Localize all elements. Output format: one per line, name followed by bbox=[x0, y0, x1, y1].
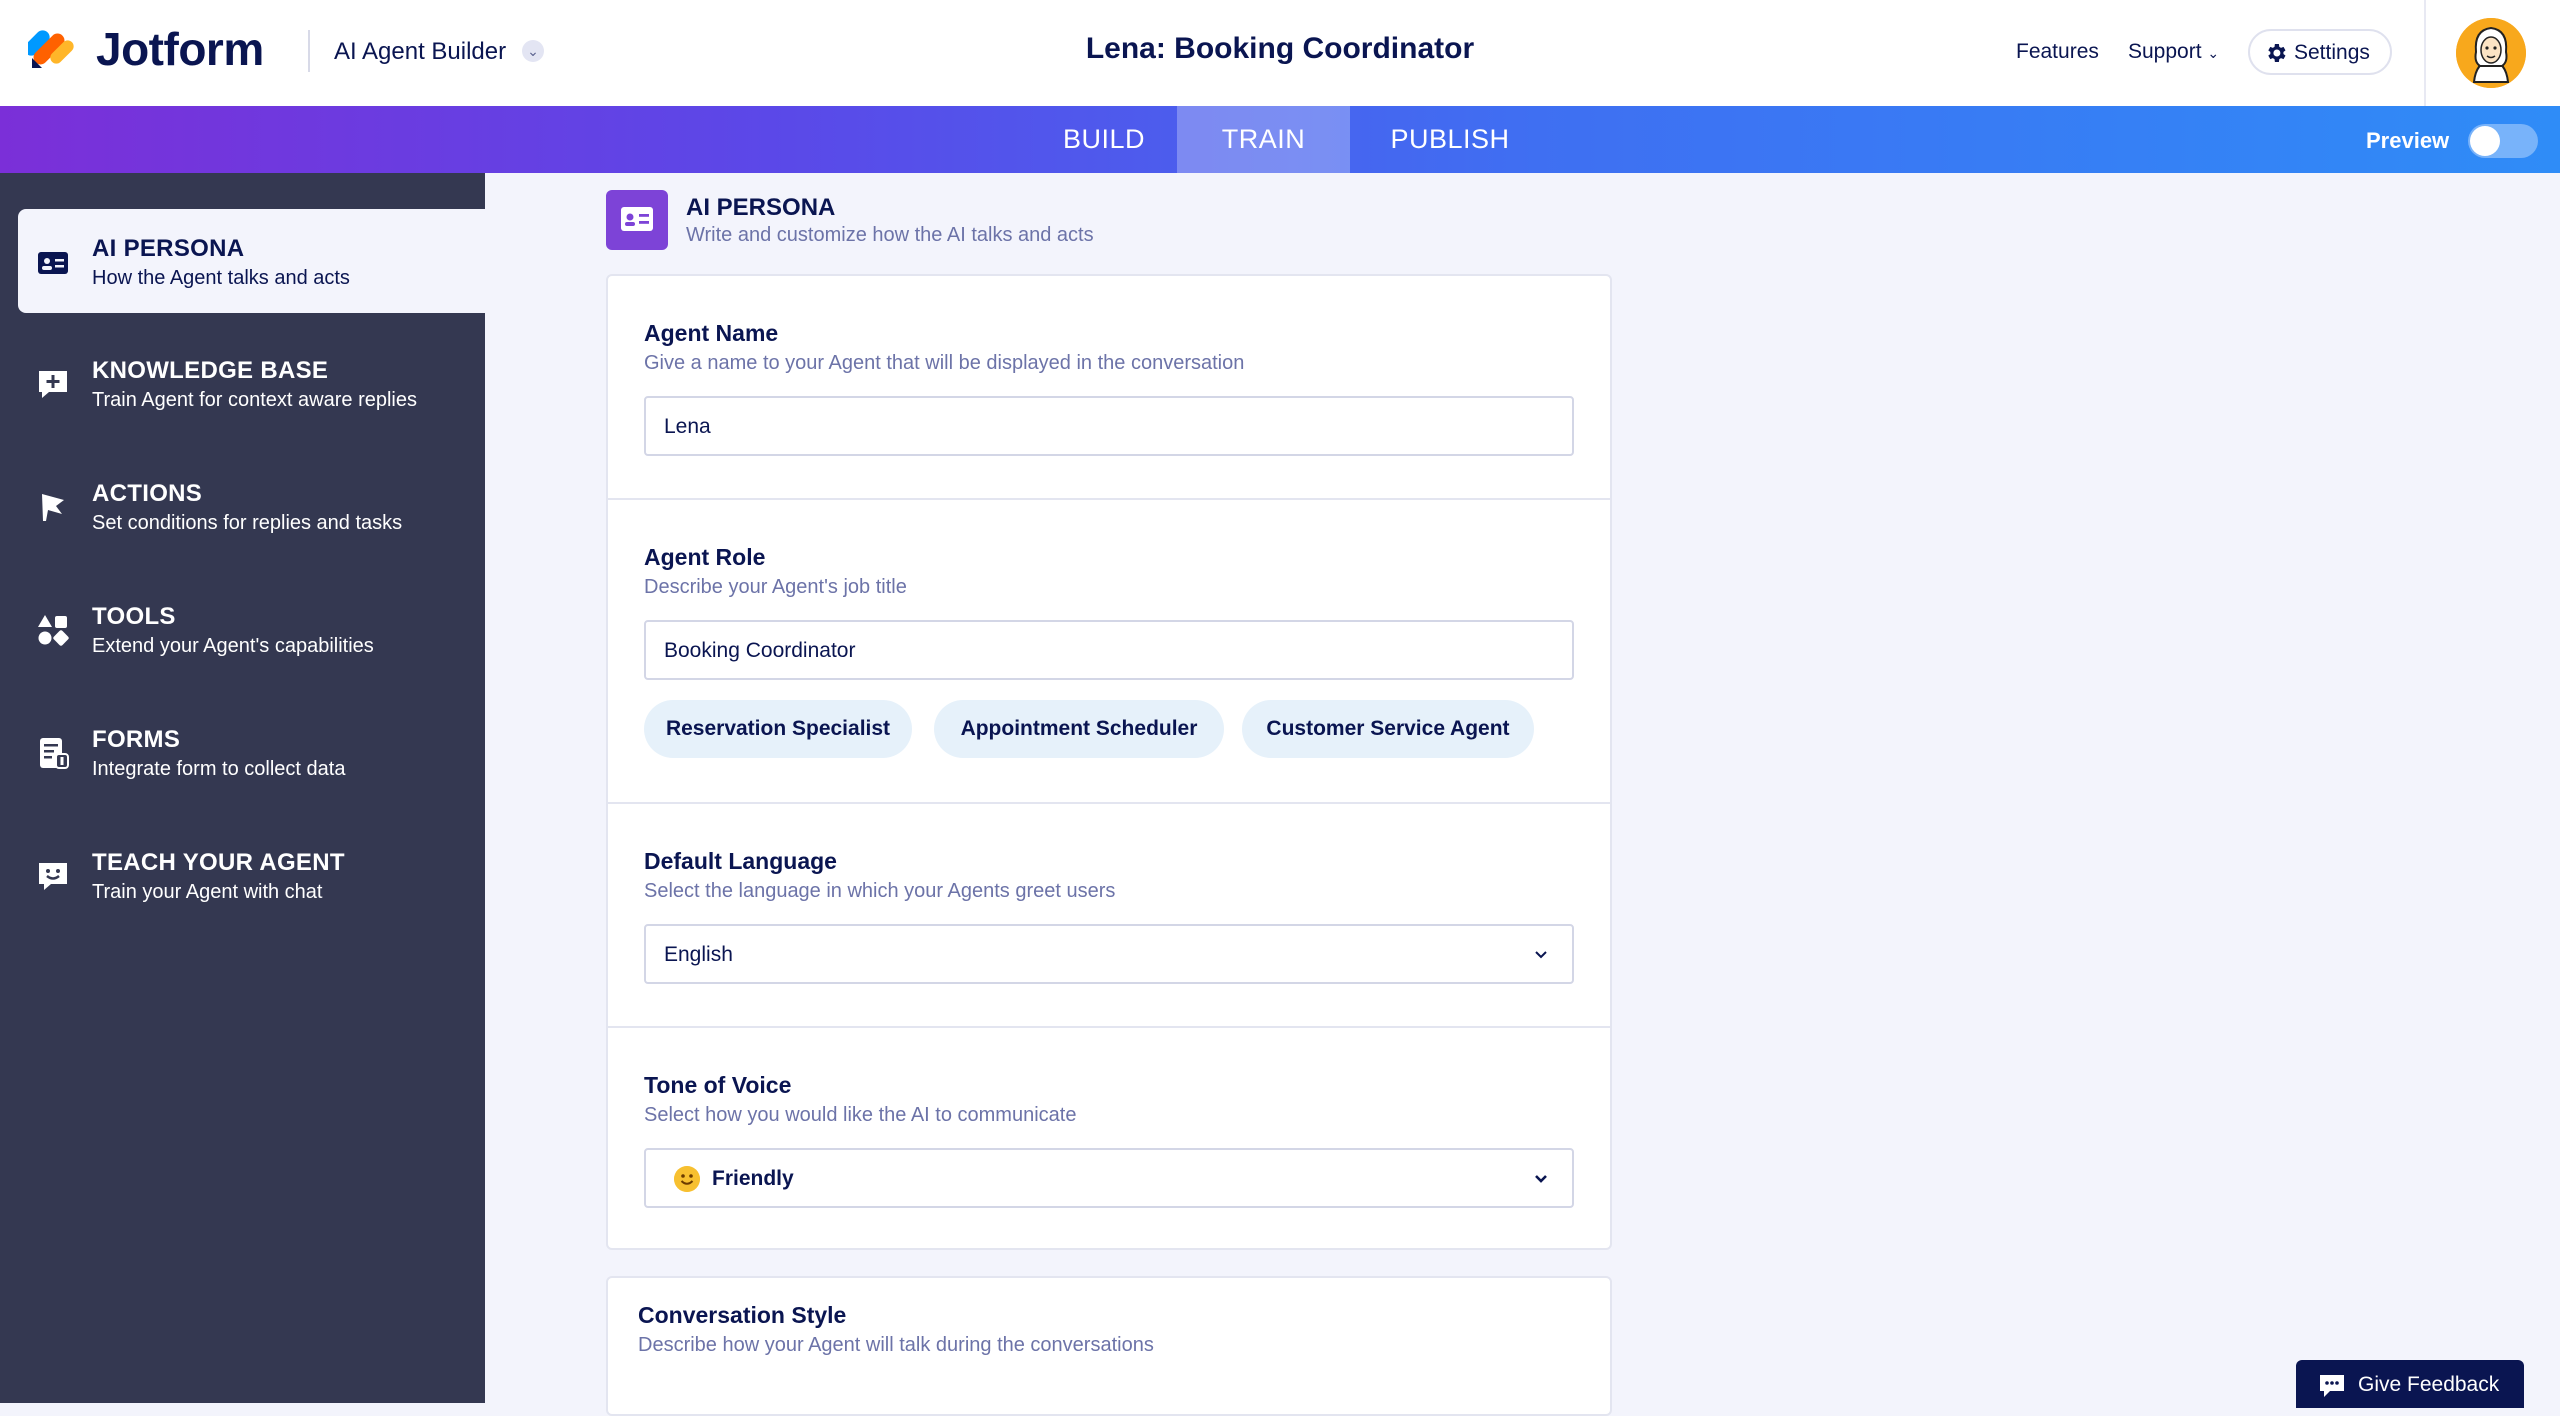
role-suggestion-chip[interactable]: Appointment Scheduler bbox=[934, 700, 1224, 758]
default-language-select[interactable]: English bbox=[644, 924, 1574, 984]
toggle-knob bbox=[2470, 126, 2500, 156]
conversation-style-label: Conversation Style bbox=[638, 1302, 847, 1328]
sidebar-item-title: TOOLS bbox=[92, 603, 176, 630]
sidebar-item-subtitle: Train Agent for context aware replies bbox=[92, 389, 417, 411]
tone-of-voice-select[interactable]: Friendly bbox=[644, 1148, 1574, 1208]
chevron-down-icon: ⌄ bbox=[2207, 45, 2220, 61]
conversation-style-hint: Describe how your Agent will talk during… bbox=[638, 1334, 1154, 1356]
default-language-value: English bbox=[664, 943, 733, 966]
sidebar-item-tools[interactable]: TOOLS Extend your Agent's capabilities bbox=[18, 577, 485, 681]
sidebar-item-subtitle: Train your Agent with chat bbox=[92, 881, 323, 903]
shapes-icon bbox=[38, 615, 69, 646]
default-language-label: Default Language bbox=[644, 848, 837, 874]
role-suggestion-chip[interactable]: Customer Service Agent bbox=[1242, 700, 1534, 758]
persona-section-badge bbox=[606, 190, 668, 250]
sidebar-item-subtitle: Set conditions for replies and tasks bbox=[92, 512, 403, 534]
persona-settings-card: Agent Name Give a name to your Agent tha… bbox=[606, 274, 1612, 1250]
feedback-chat-icon bbox=[2320, 1375, 2344, 1397]
conversation-style-card: Conversation Style Describe how your Age… bbox=[606, 1276, 1612, 1416]
sidebar-item-subtitle: Integrate form to collect data bbox=[92, 758, 346, 780]
chat-smile-icon bbox=[39, 863, 67, 890]
sidebar-item-knowledge-base[interactable]: KNOWLEDGE BASE Train Agent for context a… bbox=[18, 331, 485, 435]
id-card-icon bbox=[621, 207, 653, 231]
gear-icon bbox=[2268, 44, 2286, 62]
sidebar-item-forms[interactable]: FORMS Integrate form to collect data bbox=[18, 700, 485, 804]
sidebar-item-title: ACTIONS bbox=[92, 480, 203, 507]
tab-build[interactable]: BUILD bbox=[1028, 106, 1180, 173]
section-title: AI PERSONA bbox=[686, 194, 836, 221]
section-divider bbox=[608, 498, 1610, 500]
nav-support-link[interactable]: Support ⌄ bbox=[2128, 40, 2219, 64]
sidebar-item-subtitle: Extend your Agent's capabilities bbox=[92, 635, 374, 657]
chevron-down-icon bbox=[1535, 951, 1547, 959]
avatar[interactable] bbox=[2456, 18, 2526, 88]
settings-button[interactable]: Settings bbox=[2248, 29, 2392, 75]
role-suggestion-chip[interactable]: Reservation Specialist bbox=[644, 700, 912, 758]
agent-role-hint: Describe your Agent's job title bbox=[644, 576, 907, 598]
section-divider bbox=[608, 802, 1610, 804]
sidebar: AI PERSONA How the Agent talks and acts … bbox=[0, 173, 485, 1403]
settings-label: Settings bbox=[2294, 41, 2370, 64]
id-card-icon bbox=[38, 252, 68, 274]
nav-support-label: Support bbox=[2128, 40, 2202, 63]
agent-name-hint: Give a name to your Agent that will be d… bbox=[644, 352, 1245, 374]
default-language-hint: Select the language in which your Agents… bbox=[644, 880, 1116, 902]
tab-publish[interactable]: PUBLISH bbox=[1350, 106, 1550, 173]
nav-features-link[interactable]: Features bbox=[2016, 40, 2099, 64]
agent-role-label: Agent Role bbox=[644, 544, 766, 570]
agent-name-value: Lena bbox=[664, 415, 711, 438]
agent-name-label: Agent Name bbox=[644, 320, 779, 346]
form-icon bbox=[40, 738, 69, 769]
sidebar-item-title: TEACH YOUR AGENT bbox=[92, 849, 345, 876]
builder-tab-bar: BUILD TRAIN PUBLISH Preview bbox=[0, 106, 2560, 173]
sidebar-item-title: KNOWLEDGE BASE bbox=[92, 357, 329, 384]
sidebar-item-actions[interactable]: ACTIONS Set conditions for replies and t… bbox=[18, 454, 485, 558]
tone-of-voice-label: Tone of Voice bbox=[644, 1072, 792, 1098]
give-feedback-button[interactable]: Give Feedback bbox=[2296, 1360, 2524, 1408]
agent-name-input[interactable]: Lena bbox=[644, 396, 1574, 456]
agent-role-value: Booking Coordinator bbox=[664, 639, 856, 662]
tab-train[interactable]: TRAIN bbox=[1177, 106, 1350, 173]
sidebar-item-teach-your-agent[interactable]: TEACH YOUR AGENT Train your Agent with c… bbox=[18, 823, 485, 927]
tone-of-voice-hint: Select how you would like the AI to comm… bbox=[644, 1104, 1077, 1126]
agent-role-input[interactable]: Booking Coordinator bbox=[644, 620, 1574, 680]
chevron-down-icon bbox=[1535, 1175, 1547, 1183]
smile-emoji-icon bbox=[674, 1166, 700, 1192]
top-header: Jotform AI Agent Builder ⌄ Lena: Booking… bbox=[0, 0, 2560, 106]
knowledge-plus-icon bbox=[39, 371, 67, 398]
sidebar-item-ai-persona[interactable]: AI PERSONA How the Agent talks and acts bbox=[18, 209, 485, 313]
flag-icon bbox=[42, 494, 64, 521]
sidebar-item-title: AI PERSONA bbox=[92, 235, 245, 262]
header-divider bbox=[2424, 0, 2426, 106]
sidebar-item-title: FORMS bbox=[92, 726, 181, 753]
section-subtitle: Write and customize how the AI talks and… bbox=[686, 224, 1094, 246]
preview-label: Preview bbox=[2366, 128, 2450, 153]
sidebar-item-subtitle: How the Agent talks and acts bbox=[92, 267, 350, 289]
preview-toggle[interactable] bbox=[2468, 124, 2538, 158]
tone-of-voice-value: Friendly bbox=[712, 1167, 794, 1190]
give-feedback-label: Give Feedback bbox=[2358, 1373, 2500, 1396]
section-divider bbox=[608, 1026, 1610, 1028]
user-avatar-icon bbox=[2456, 18, 2526, 88]
